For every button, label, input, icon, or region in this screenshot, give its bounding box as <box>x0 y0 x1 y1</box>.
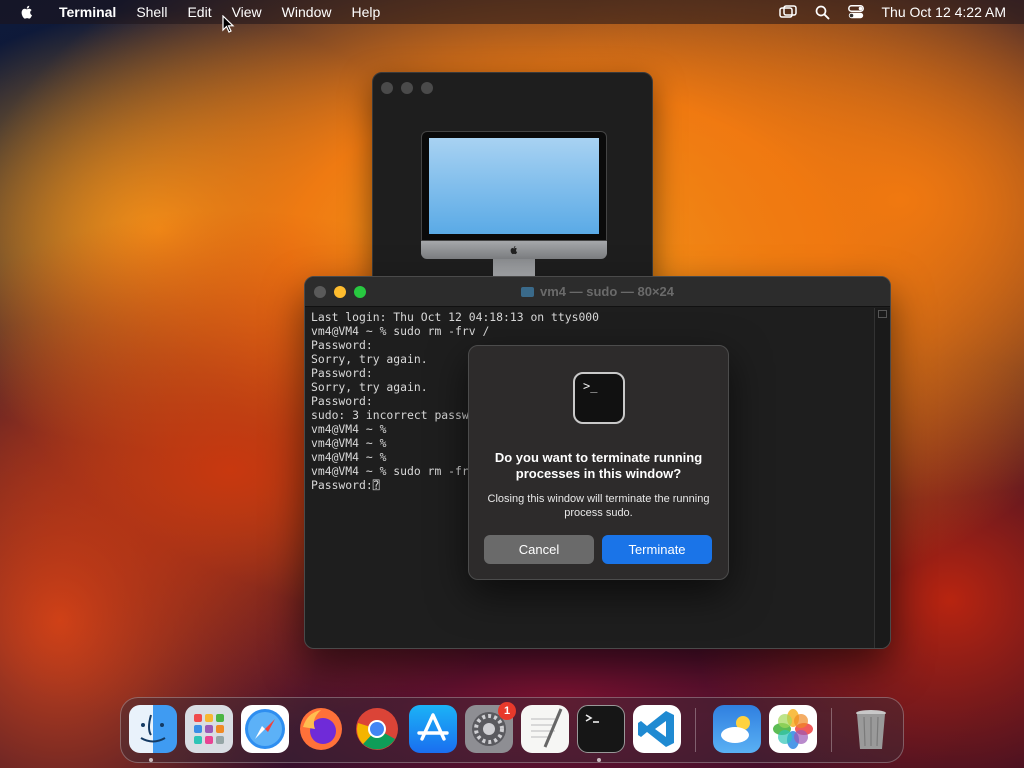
system-info-window[interactable] <box>372 72 653 287</box>
apple-logo-icon <box>421 241 607 259</box>
terminate-button[interactable]: Terminate <box>602 535 712 564</box>
terminal-line: vm4@VM4 ~ % sudo rm -frv / <box>311 324 490 338</box>
window-controls <box>381 82 433 94</box>
dock-separator <box>831 708 832 752</box>
terminal-line: Last login: Thu Oct 12 04:18:13 on ttys0… <box>311 310 600 324</box>
imac-screen <box>429 138 599 234</box>
dialog-heading: Do you want to terminate running process… <box>494 450 703 481</box>
menu-edit[interactable]: Edit <box>187 4 211 20</box>
terminal-app-icon: >_ <box>573 372 625 424</box>
maximize-button[interactable] <box>421 82 433 94</box>
weather-icon[interactable] <box>713 705 761 753</box>
terminal-title: vm4 — sudo — 80×24 <box>305 284 890 299</box>
menu-bar: Terminal Shell Edit View Window Help Thu… <box>0 0 1024 24</box>
notification-badge: 1 <box>498 702 516 720</box>
menu-clock[interactable]: Thu Oct 12 4:22 AM <box>881 4 1006 20</box>
minimize-button[interactable] <box>401 82 413 94</box>
menu-shell[interactable]: Shell <box>136 4 167 20</box>
textedit-icon[interactable] <box>521 705 569 753</box>
terminal-scrollbar[interactable] <box>874 308 890 648</box>
terminate-dialog: >_ Do you want to terminate running proc… <box>468 345 729 580</box>
imac-screen-frame <box>421 131 607 241</box>
menu-window[interactable]: Window <box>282 4 332 20</box>
menu-help[interactable]: Help <box>351 4 380 20</box>
running-indicator <box>149 758 153 762</box>
scroll-marker-icon <box>878 310 887 318</box>
folder-icon <box>520 287 534 297</box>
cancel-button[interactable]: Cancel <box>484 535 594 564</box>
terminal-titlebar[interactable]: vm4 — sudo — 80×24 <box>305 277 890 307</box>
safari-icon[interactable] <box>241 705 289 753</box>
app-store-icon[interactable] <box>409 705 457 753</box>
finder-icon[interactable] <box>129 705 177 753</box>
trash-icon[interactable] <box>847 705 895 753</box>
dialog-message: Closing this window will terminate the r… <box>487 493 710 519</box>
menu-extras: Thu Oct 12 4:22 AM <box>779 0 1006 24</box>
chrome-icon[interactable] <box>353 705 401 753</box>
control-center-icon[interactable] <box>847 4 865 20</box>
terminal-title-text: vm4 — sudo — 80×24 <box>539 284 675 299</box>
dock-separator <box>695 708 696 752</box>
dock: 1 <box>120 697 904 763</box>
spotlight-search-icon[interactable] <box>813 4 831 20</box>
menu-view[interactable]: View <box>232 4 262 20</box>
running-indicator <box>597 758 601 762</box>
imac-image <box>421 131 607 281</box>
mouse-cursor-icon <box>222 15 235 33</box>
vscode-icon[interactable] <box>633 705 681 753</box>
firefox-icon[interactable] <box>297 705 345 753</box>
close-button[interactable] <box>381 82 393 94</box>
menu-app-terminal[interactable]: Terminal <box>59 4 116 20</box>
launchpad-icon[interactable] <box>185 705 233 753</box>
screen-mirroring-icon[interactable] <box>779 4 798 20</box>
terminal-icon[interactable] <box>577 705 625 753</box>
apple-menu-icon[interactable] <box>19 4 35 20</box>
photos-icon[interactable] <box>769 705 817 753</box>
